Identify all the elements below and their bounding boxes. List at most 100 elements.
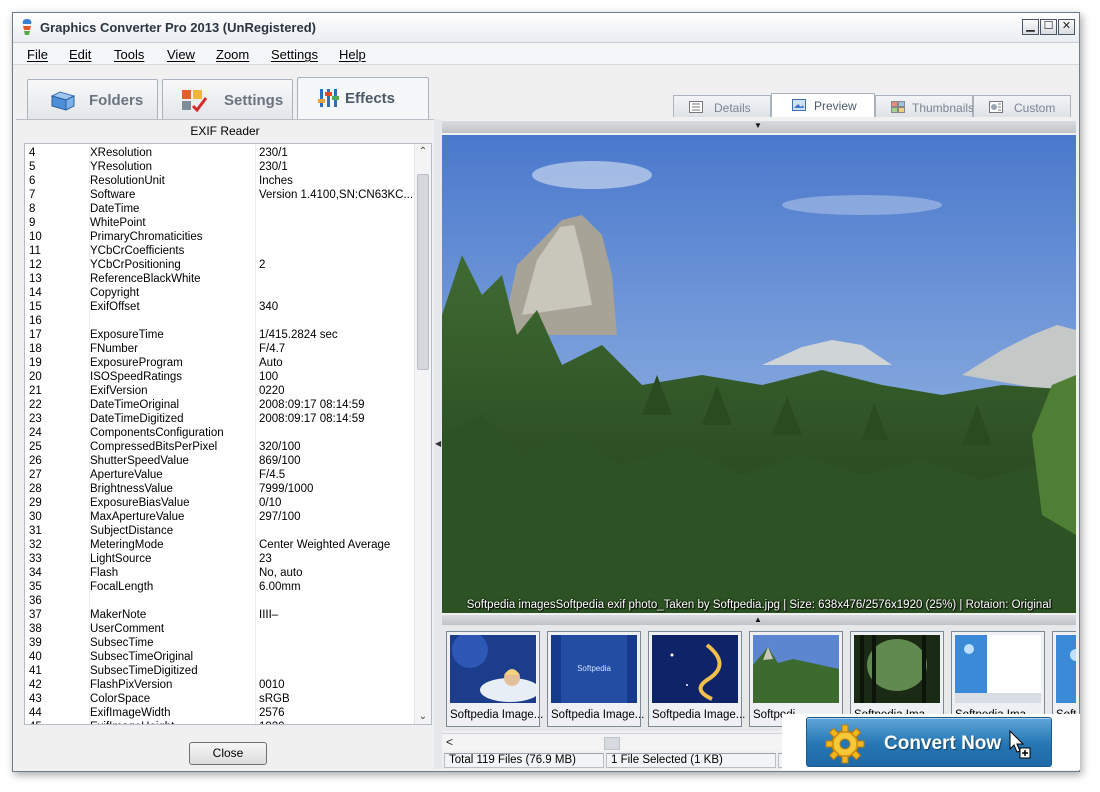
- tab-preview[interactable]: Preview: [771, 93, 875, 117]
- exif-row[interactable]: 21 ExifVersion 0220: [25, 384, 410, 398]
- scrollbar-thumb[interactable]: [417, 174, 429, 370]
- exif-index: 34: [29, 567, 42, 579]
- exif-row[interactable]: 43 ColorSpace sRGB: [25, 692, 410, 706]
- exif-row[interactable]: 32 MeteringMode Center Weighted Average: [25, 538, 410, 552]
- preview-mid-strip[interactable]: ▲: [442, 615, 1076, 625]
- exif-tag-value: 230/1: [259, 161, 288, 173]
- exif-row[interactable]: 27 ApertureValue F/4.5: [25, 468, 410, 482]
- details-icon: [689, 101, 703, 113]
- exif-row[interactable]: 23 DateTimeDigitized 2008:09:17 08:14:59: [25, 412, 410, 426]
- exif-row[interactable]: 22 DateTimeOriginal 2008:09:17 08:14:59: [25, 398, 410, 412]
- exif-row[interactable]: 11 YCbCrCoefficients: [25, 244, 410, 258]
- exif-row[interactable]: 37 MakerNote IIII–: [25, 608, 410, 622]
- exif-row[interactable]: 38 UserComment: [25, 622, 410, 636]
- menu-zoom[interactable]: Zoom: [216, 47, 249, 62]
- menu-edit[interactable]: Edit: [69, 47, 91, 62]
- thumbnail-item[interactable]: Softpedia Image...: [648, 631, 746, 727]
- menu-settings[interactable]: Settings: [271, 47, 318, 62]
- exif-row[interactable]: 20 ISOSpeedRatings 100: [25, 370, 410, 384]
- exif-tag-value: 297/100: [259, 511, 301, 523]
- title-bar: Graphics Converter Pro 2013 (UnRegistere…: [13, 13, 1079, 43]
- exif-table[interactable]: ⌃ ⌄ 4 XResolution 230/1 5 YResolution 230/1 6 R…: [24, 143, 432, 725]
- exif-tag-name: ExifVersion: [90, 385, 148, 397]
- thumbnail-image: [753, 635, 839, 703]
- exif-row[interactable]: 45 ExifImageHeight 1920: [25, 720, 410, 724]
- exif-row[interactable]: 40 SubsecTimeOriginal: [25, 650, 410, 664]
- exif-row[interactable]: 19 ExposureProgram Auto: [25, 356, 410, 370]
- menu-tools[interactable]: Tools: [114, 47, 144, 62]
- thumbnail-image: [854, 635, 940, 703]
- thumbnail-caption: Softpedia Image...: [652, 709, 746, 721]
- exif-row[interactable]: 29 ExposureBiasValue 0/10: [25, 496, 410, 510]
- exif-row[interactable]: 31 SubjectDistance: [25, 524, 410, 538]
- exif-row[interactable]: 42 FlashPixVersion 0010: [25, 678, 410, 692]
- collapse-down-arrow-icon[interactable]: ▼: [754, 121, 762, 130]
- scroll-down-arrow-icon[interactable]: ⌄: [415, 711, 431, 722]
- exif-index: 15: [29, 301, 42, 313]
- exif-row[interactable]: 41 SubsecTimeDigitized: [25, 664, 410, 678]
- tab-settings[interactable]: Settings: [162, 79, 293, 119]
- exif-row[interactable]: 28 BrightnessValue 7999/1000: [25, 482, 410, 496]
- exif-tag-value: 2008:09:17 08:14:59: [259, 413, 365, 425]
- scroll-up-arrow-icon[interactable]: ⌃: [415, 146, 431, 157]
- exif-row[interactable]: 4 XResolution 230/1: [25, 146, 410, 160]
- exif-row[interactable]: 13 ReferenceBlackWhite: [25, 272, 410, 286]
- minimize-button[interactable]: ▁: [1022, 19, 1039, 35]
- tab-thumbnails[interactable]: Thumbnails: [875, 95, 974, 117]
- exif-row[interactable]: 14 Copyright: [25, 286, 410, 300]
- thumbnail-item[interactable]: Softpedia Softpedia Image...: [547, 631, 644, 727]
- menu-view[interactable]: View: [167, 47, 195, 62]
- exif-index: 22: [29, 399, 42, 411]
- exif-row[interactable]: 24 ComponentsConfiguration: [25, 426, 410, 440]
- exif-row[interactable]: 34 Flash No, auto: [25, 566, 410, 580]
- exif-row[interactable]: 44 ExifImageWidth 2576: [25, 706, 410, 720]
- exif-row[interactable]: 12 YCbCrPositioning 2: [25, 258, 410, 272]
- scroll-left-arrow-icon[interactable]: <: [446, 735, 453, 749]
- exif-row[interactable]: 9 WhitePoint: [25, 216, 410, 230]
- thumbnail-item[interactable]: Softpedia Image...: [446, 631, 543, 727]
- thumbnail-item[interactable]: Softpedi...: [749, 631, 843, 727]
- exif-index: 24: [29, 427, 42, 439]
- tab-folders[interactable]: Folders: [27, 79, 158, 119]
- tab-custom[interactable]: Custom: [973, 95, 1071, 117]
- preview-top-strip[interactable]: ▼: [442, 121, 1076, 133]
- menu-file[interactable]: File: [27, 47, 48, 62]
- thumbnail-item[interactable]: Softpedia Ima...: [951, 631, 1045, 727]
- exif-tag-name: Flash: [90, 567, 119, 579]
- close-button[interactable]: Close: [189, 742, 267, 765]
- exif-row[interactable]: 39 SubsecTime: [25, 636, 410, 650]
- panel-splitter[interactable]: ◀: [434, 119, 442, 769]
- collapse-up-arrow-icon[interactable]: ▲: [754, 615, 762, 624]
- tab-effects[interactable]: Effects: [297, 77, 429, 119]
- exif-row[interactable]: 6 ResolutionUnit Inches: [25, 174, 410, 188]
- exif-index: 33: [29, 553, 42, 565]
- exif-row[interactable]: 7 Software Version 1.4100,SN:CN63KC...: [25, 188, 413, 202]
- exif-tag-value: IIII–: [259, 609, 279, 621]
- exif-row[interactable]: 16: [25, 314, 410, 328]
- exif-row[interactable]: 10 PrimaryChromaticities: [25, 230, 410, 244]
- app-window: Graphics Converter Pro 2013 (UnRegistere…: [12, 12, 1080, 772]
- tab-details[interactable]: Details: [673, 95, 771, 117]
- exif-tag-value: 1920: [259, 720, 285, 724]
- exif-tag-name: YCbCrPositioning: [90, 259, 181, 271]
- maximize-button[interactable]: ☐: [1040, 19, 1057, 35]
- exif-row[interactable]: 18 FNumber F/4.7: [25, 342, 410, 356]
- exif-row[interactable]: 36: [25, 594, 410, 608]
- exif-row[interactable]: 17 ExposureTime 1/415.2824 sec: [25, 328, 410, 342]
- exif-row[interactable]: 30 MaxApertureValue 297/100: [25, 510, 410, 524]
- exif-row[interactable]: 5 YResolution 230/1: [25, 160, 410, 174]
- exif-row[interactable]: 35 FocalLength 6.00mm: [25, 580, 410, 594]
- menu-help[interactable]: Help: [339, 47, 366, 62]
- thumbnail-item[interactable]: Softp...: [1052, 631, 1076, 727]
- exif-row[interactable]: 15 ExifOffset 340: [25, 300, 410, 314]
- exif-row[interactable]: 33 LightSource 23: [25, 552, 410, 566]
- exif-row[interactable]: 26 ShutterSpeedValue 869/100: [25, 454, 410, 468]
- close-window-button[interactable]: ✕: [1058, 19, 1075, 35]
- thumbnail-item[interactable]: Softpedia Ima...: [850, 631, 944, 727]
- exif-vertical-scrollbar[interactable]: ⌃ ⌄: [414, 144, 431, 724]
- collapse-arrow-icon[interactable]: ◀: [435, 439, 441, 448]
- exif-row[interactable]: 8 DateTime: [25, 202, 410, 216]
- exif-row[interactable]: 25 CompressedBitsPerPixel 320/100: [25, 440, 410, 454]
- scrollbar-thumb[interactable]: [604, 737, 620, 750]
- exif-index: 7: [29, 189, 36, 201]
